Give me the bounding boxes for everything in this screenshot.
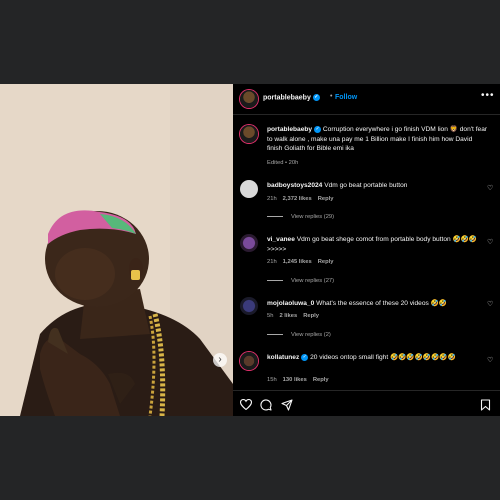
comment-username[interactable]: mojolaoluwa_0 (267, 300, 314, 307)
comment: mojolaoluwa_0 What's the essence of thes… (267, 299, 482, 309)
heart-icon[interactable]: ♡ (487, 238, 493, 246)
comment-username[interactable]: vi_vanee (267, 236, 295, 243)
comment-username[interactable]: kollatunez (267, 354, 299, 361)
caption-edited: Edited • 20h (267, 160, 299, 166)
comment: badboystoys2024 Vdm go beat portable but… (267, 181, 482, 191)
post-modal: › portablebaeby ✓ • Follow ••• portableba… (0, 84, 500, 416)
caption: portablebaeby ✓ Corruption everywhere i g… (267, 125, 489, 154)
divider-line (267, 215, 283, 217)
comment-meta: 21h 2,372 likes Reply (267, 196, 339, 202)
reply-button[interactable]: Reply (313, 377, 329, 383)
more-options-icon[interactable]: ••• (481, 90, 495, 101)
comment-text: What's the essence of these 20 videos 🤣🤣 (316, 300, 448, 307)
reply-button[interactable]: Reply (303, 313, 319, 319)
comment-text: Vdm go beat shege comot from portable bo… (267, 236, 478, 253)
follow-button[interactable]: Follow (335, 94, 357, 101)
comment-time: 15h (267, 377, 277, 383)
view-replies[interactable]: View replies (27) (267, 278, 334, 284)
post-photo (0, 84, 233, 416)
comment: kollatunez ✓ 20 videos ontop small fight … (267, 353, 482, 363)
avatar[interactable] (240, 180, 258, 198)
comments-panel: portablebaeby ✓ • Follow ••• portablebaeb… (233, 84, 500, 416)
avatar[interactable] (240, 234, 258, 252)
comment-meta: 15h 130 likes Reply (267, 377, 335, 383)
verified-badge-icon: ✓ (314, 125, 322, 133)
post-header: portablebaeby ✓ • Follow ••• (233, 84, 500, 115)
avatar[interactable] (240, 352, 258, 370)
divider-line (267, 279, 283, 281)
separator-dot: • (330, 93, 333, 100)
chevron-right-icon[interactable]: › (213, 353, 227, 367)
divider-line (267, 333, 283, 335)
heart-icon[interactable]: ♡ (487, 184, 493, 192)
action-bar (233, 390, 500, 417)
comment-text: Vdm go beat portable button (324, 182, 408, 189)
post-media[interactable]: › (0, 84, 233, 416)
header-username[interactable]: portablebaeby ✓ (263, 94, 320, 101)
avatar[interactable] (240, 90, 258, 108)
comment-time: 21h (267, 196, 277, 202)
reply-button[interactable]: Reply (318, 196, 334, 202)
heart-icon[interactable]: ♡ (487, 300, 493, 308)
comment-time: 21h (267, 259, 277, 265)
comment-likes[interactable]: 1,245 likes (283, 259, 312, 265)
caption-username[interactable]: portablebaeby (267, 126, 312, 133)
heart-icon[interactable]: ♡ (487, 356, 493, 364)
comment-likes[interactable]: 2 likes (279, 313, 297, 319)
comment-icon[interactable] (260, 399, 272, 411)
view-replies[interactable]: View replies (29) (267, 214, 334, 220)
comment-time: 5h (267, 313, 274, 319)
avatar[interactable] (240, 125, 258, 143)
comment-username[interactable]: badboystoys2024 (267, 182, 322, 189)
view-replies[interactable]: View replies (2) (267, 332, 331, 338)
comment: vi_vanee Vdm go beat shege comot from po… (267, 235, 482, 254)
comment-likes[interactable]: 130 likes (283, 377, 307, 383)
comment-text: 20 videos ontop small fight 🤣🤣🤣🤣🤣🤣🤣🤣 (310, 354, 456, 361)
verified-badge-icon: ✓ (301, 353, 309, 361)
bookmark-icon[interactable] (480, 399, 491, 411)
reply-button[interactable]: Reply (318, 259, 334, 265)
avatar[interactable] (240, 297, 258, 315)
comment-meta: 21h 1,245 likes Reply (267, 259, 339, 265)
share-icon[interactable] (281, 399, 293, 411)
comment-meta: 5h 2 likes Reply (267, 313, 325, 319)
comment-likes[interactable]: 2,372 likes (283, 196, 312, 202)
heart-icon[interactable] (240, 399, 252, 410)
verified-badge-icon: ✓ (312, 94, 320, 101)
